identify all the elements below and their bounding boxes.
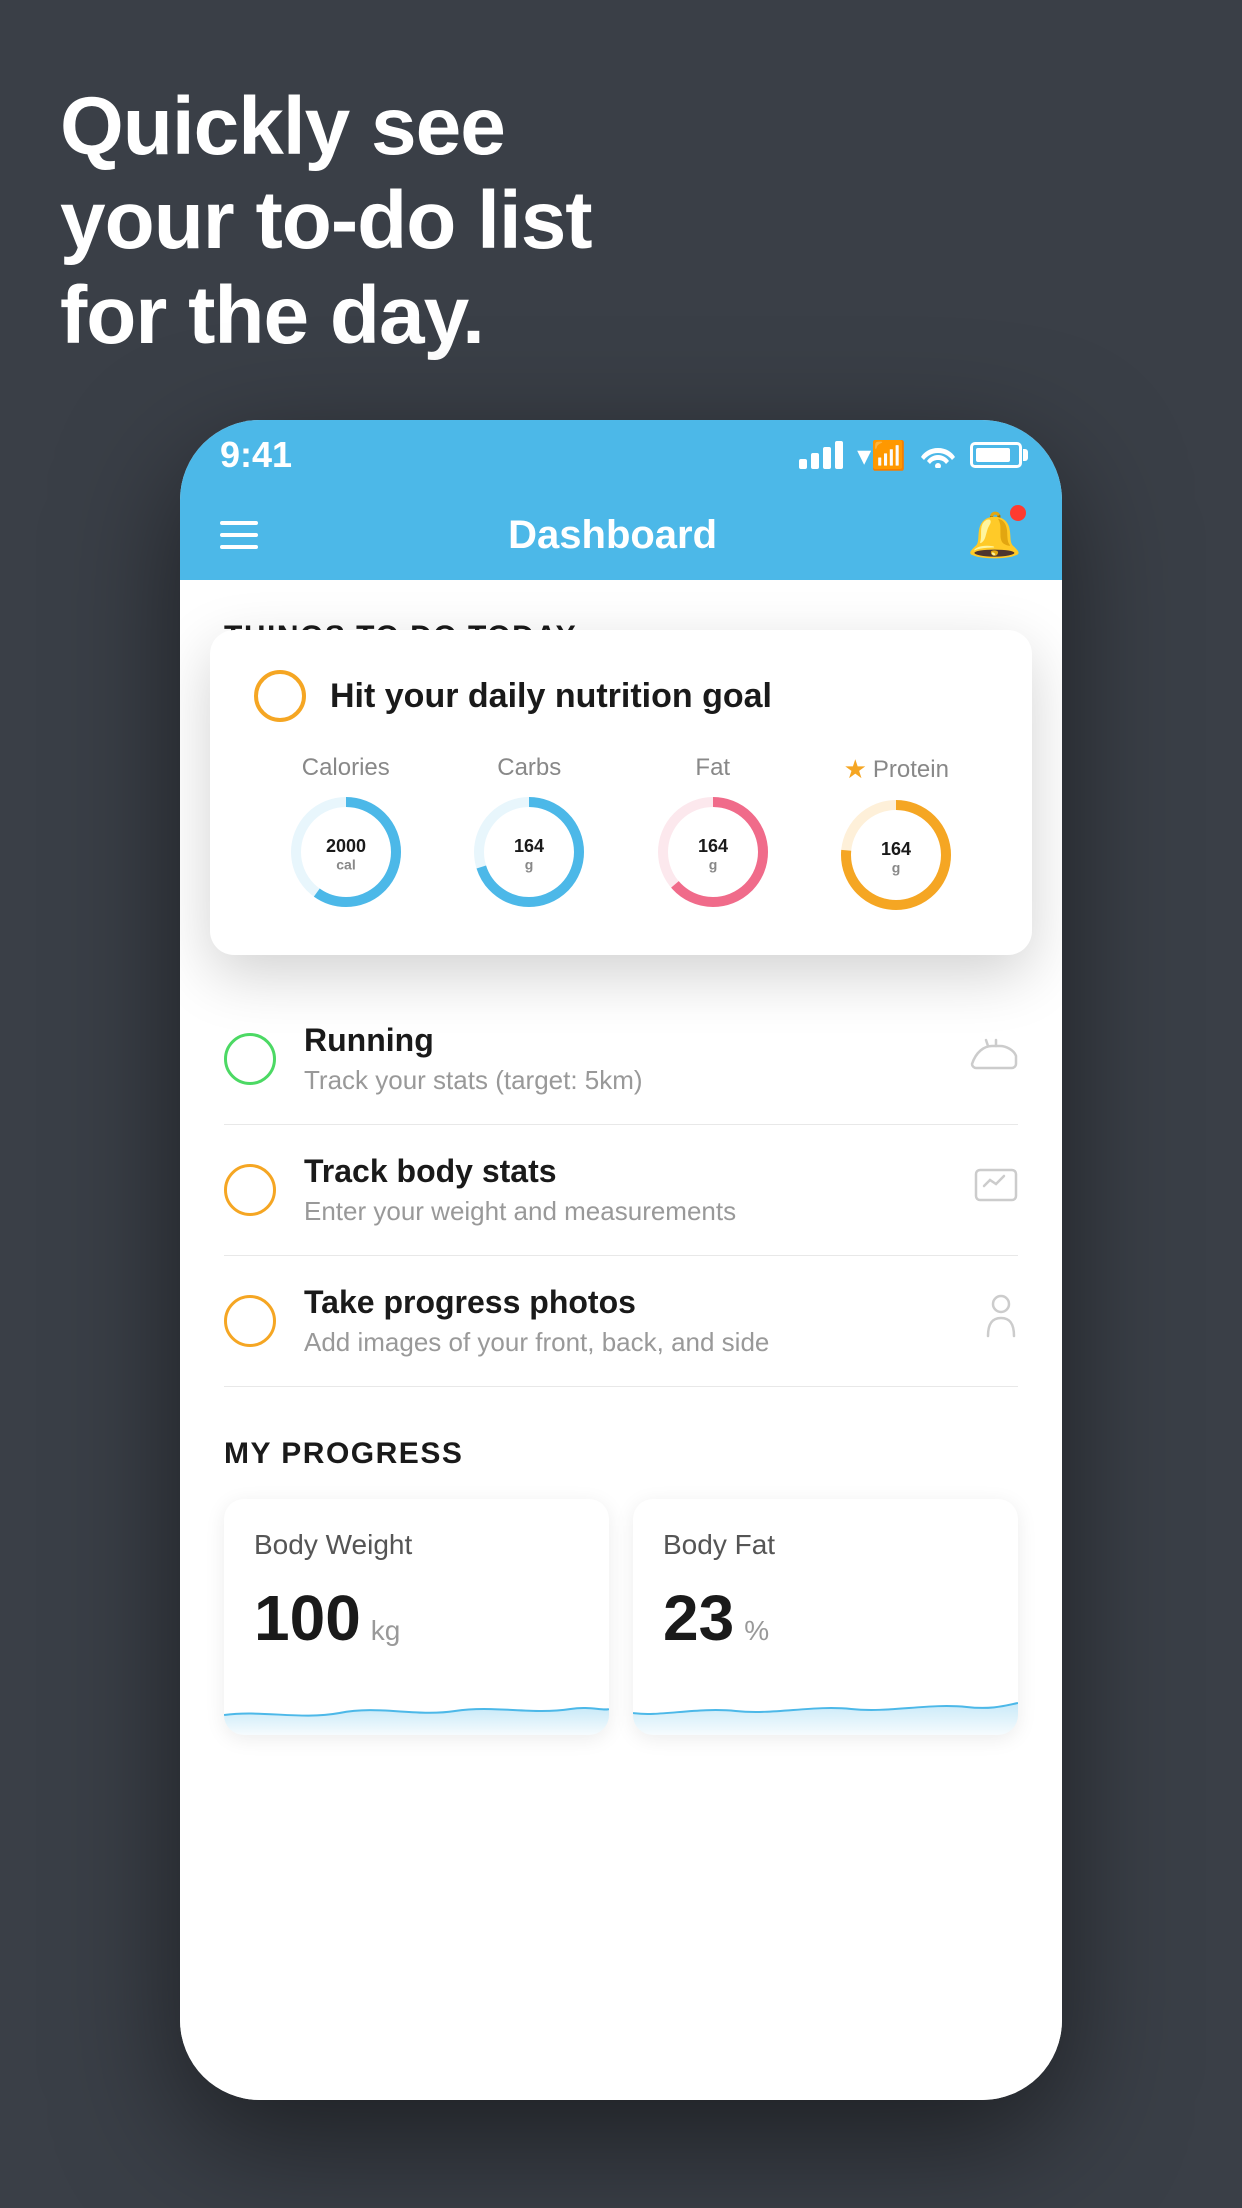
nutrition-card[interactable]: Hit your daily nutrition goal Calories 2… [210, 630, 1032, 955]
nutrition-item-carbs: Carbs 164 g [469, 754, 589, 912]
nutrition-card-title: Hit your daily nutrition goal [330, 677, 772, 716]
wifi-icon [920, 442, 956, 468]
nav-title: Dashboard [508, 513, 717, 558]
running-subtitle: Track your stats (target: 5km) [304, 1065, 942, 1096]
wifi-icon: ▾📶 [857, 439, 906, 472]
nutrition-item-protein: ★ Protein 164 g [836, 754, 956, 915]
protein-label-row: ★ Protein [844, 754, 949, 785]
todo-circle-body-stats [224, 1164, 276, 1216]
calories-circle: 2000 cal [286, 792, 406, 912]
notification-button[interactable]: 🔔 [967, 509, 1022, 561]
svg-text:cal: cal [336, 857, 355, 873]
todo-item-running[interactable]: Running Track your stats (target: 5km) [224, 994, 1018, 1125]
svg-text:164: 164 [881, 839, 911, 859]
todo-item-progress-photos[interactable]: Take progress photos Add images of your … [224, 1256, 1018, 1387]
photos-subtitle: Add images of your front, back, and side [304, 1327, 956, 1358]
todo-item-body-stats[interactable]: Track body stats Enter your weight and m… [224, 1125, 1018, 1256]
protein-label: Protein [873, 756, 949, 784]
body-weight-chart [224, 1675, 609, 1735]
fat-label: Fat [695, 754, 730, 782]
person-icon [984, 1294, 1018, 1348]
nutrition-circles: Calories 2000 cal Carbs 164 g [254, 754, 988, 915]
protein-circle: 164 g [836, 795, 956, 915]
body-fat-value-row: 23 % [663, 1581, 988, 1655]
todo-circle-running [224, 1033, 276, 1085]
svg-text:g: g [708, 857, 717, 873]
body-weight-unit: kg [371, 1615, 401, 1647]
body-stats-subtitle: Enter your weight and measurements [304, 1196, 946, 1227]
body-fat-value: 23 [663, 1581, 734, 1655]
signal-icon [799, 441, 843, 469]
scale-icon [974, 1166, 1018, 1214]
body-fat-unit: % [744, 1615, 769, 1647]
status-bar: 9:41 ▾📶 [180, 420, 1062, 490]
nutrition-item-calories: Calories 2000 cal [286, 754, 406, 912]
body-fat-chart [633, 1675, 1018, 1735]
todo-list: Running Track your stats (target: 5km) T… [180, 994, 1062, 1387]
content-area: THINGS TO DO TODAY Hit your daily nutrit… [180, 580, 1062, 2100]
svg-text:164: 164 [698, 836, 728, 856]
nav-bar: Dashboard 🔔 [180, 490, 1062, 580]
menu-button[interactable] [220, 521, 258, 549]
carbs-label: Carbs [497, 754, 561, 782]
todo-circle-photos [224, 1295, 276, 1347]
todo-text-running: Running Track your stats (target: 5km) [304, 1022, 942, 1096]
body-fat-card[interactable]: Body Fat 23 % [633, 1499, 1018, 1735]
body-stats-title: Track body stats [304, 1153, 946, 1190]
headline: Quickly see your to-do list for the day. [60, 80, 592, 363]
body-weight-value: 100 [254, 1581, 361, 1655]
todo-circle-nutrition [254, 670, 306, 722]
phone-frame: 9:41 ▾📶 Dashboard 🔔 [180, 420, 1062, 2100]
svg-text:g: g [892, 860, 901, 876]
star-icon: ★ [844, 754, 867, 785]
body-weight-card[interactable]: Body Weight 100 kg [224, 1499, 609, 1735]
svg-text:164: 164 [514, 836, 544, 856]
status-time: 9:41 [220, 434, 292, 476]
svg-text:2000: 2000 [326, 836, 366, 856]
battery-icon [970, 442, 1022, 468]
carbs-circle: 164 g [469, 792, 589, 912]
progress-cards: Body Weight 100 kg [224, 1499, 1018, 1735]
progress-section: MY PROGRESS Body Weight 100 kg [180, 1387, 1062, 1735]
status-icons: ▾📶 [799, 439, 1022, 472]
body-weight-title: Body Weight [254, 1529, 579, 1561]
body-weight-value-row: 100 kg [254, 1581, 579, 1655]
svg-text:g: g [525, 857, 534, 873]
nutrition-item-fat: Fat 164 g [653, 754, 773, 912]
card-title-row: Hit your daily nutrition goal [254, 670, 988, 722]
body-fat-title: Body Fat [663, 1529, 988, 1561]
fat-circle: 164 g [653, 792, 773, 912]
shoe-icon [970, 1037, 1018, 1082]
todo-text-photos: Take progress photos Add images of your … [304, 1284, 956, 1358]
calories-label: Calories [302, 754, 390, 782]
photos-title: Take progress photos [304, 1284, 956, 1321]
running-title: Running [304, 1022, 942, 1059]
notification-dot [1010, 505, 1026, 521]
progress-header: MY PROGRESS [224, 1437, 1018, 1471]
todo-text-body-stats: Track body stats Enter your weight and m… [304, 1153, 946, 1227]
